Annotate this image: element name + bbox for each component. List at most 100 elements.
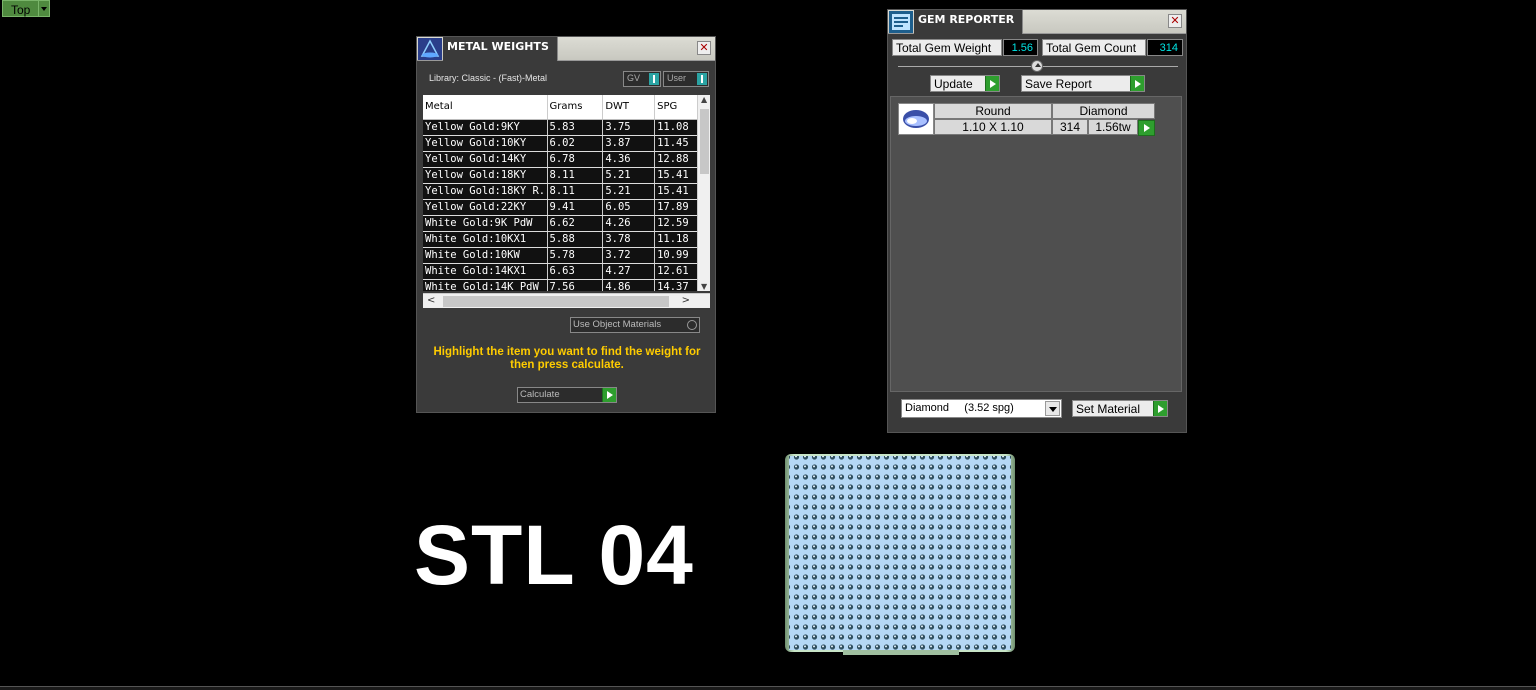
table-cell: White Gold:14K PdW (423, 279, 548, 291)
gem-count: 314 (1052, 119, 1088, 135)
table-row[interactable]: Yellow Gold:9KY 5.83 3.75 11.08 (423, 119, 703, 136)
play-icon[interactable] (1153, 401, 1167, 416)
table-row[interactable]: Yellow Gold:10KY 6.02 3.87 11.45 (423, 135, 703, 152)
table-cell: 3.75 (602, 119, 656, 136)
viewport-dropdown-icon[interactable] (39, 0, 51, 17)
viewport-label[interactable]: Top (2, 0, 51, 18)
col-spg[interactable]: SPG (654, 95, 703, 120)
table-cell: 3.78 (602, 231, 656, 248)
metal-weights-icon (418, 38, 442, 60)
table-cell: 4.27 (602, 263, 656, 280)
calculate-label: Calculate (520, 389, 560, 400)
col-metal[interactable]: Metal (423, 95, 548, 120)
gem-reporter-icon (889, 11, 913, 33)
play-icon[interactable] (602, 388, 616, 402)
total-gem-weight-value: 1.56 (1003, 39, 1038, 56)
metal-table-hscroll[interactable]: < > (423, 293, 710, 308)
gem-size: 1.10 X 1.10 (934, 119, 1052, 135)
table-cell: 15.41 (654, 183, 703, 200)
gv-toggle[interactable]: GV (623, 71, 661, 87)
gem-row[interactable]: Round Diamond 1.10 X 1.10 314 1.56tw (898, 103, 1156, 136)
radio-icon[interactable] (687, 320, 697, 330)
scroll-up-icon[interactable]: ▲ (701, 95, 707, 104)
save-report-button[interactable]: Save Report (1021, 75, 1145, 92)
total-gem-weight-label: Total Gem Weight (892, 39, 1002, 56)
play-icon[interactable] (985, 76, 999, 91)
collapse-knob-icon[interactable] (1031, 60, 1043, 72)
use-object-materials-label: Use Object Materials (573, 319, 662, 330)
use-object-materials-toggle[interactable]: Use Object Materials (570, 317, 700, 333)
table-cell: 12.59 (654, 215, 703, 232)
table-cell: 6.78 (547, 151, 604, 168)
table-row[interactable]: Yellow Gold:18KY R... 8.11 5.21 15.41 (423, 183, 703, 200)
update-button[interactable]: Update (930, 75, 1000, 92)
table-cell: 14.37 (654, 279, 703, 291)
metal-table-vscroll[interactable]: ▲ ▼ (697, 95, 710, 291)
gem-list[interactable]: Round Diamond 1.10 X 1.10 314 1.56tw (890, 96, 1182, 392)
col-grams[interactable]: Grams (547, 95, 604, 120)
set-material-button[interactable]: Set Material (1072, 400, 1168, 417)
table-cell: 12.61 (654, 263, 703, 280)
user-toggle[interactable]: User (663, 71, 709, 87)
instruction-text: Highlight the item you want to find the … (433, 346, 701, 371)
hscroll-thumb[interactable] (443, 296, 669, 307)
material-select-value: Diamond (3.52 spg) (905, 402, 1014, 414)
table-cell: 5.21 (602, 183, 656, 200)
table-cell: 3.72 (602, 247, 656, 264)
table-row[interactable]: White Gold:14KX1 6.63 4.27 12.61 (423, 263, 703, 280)
scroll-down-icon[interactable]: ▼ (701, 282, 707, 291)
user-label: User (667, 73, 687, 83)
table-cell: 17.89 (654, 199, 703, 216)
table-row[interactable]: White Gold:10KX1 5.88 3.78 11.18 (423, 231, 703, 248)
table-cell: 11.18 (654, 231, 703, 248)
table-cell: 15.41 (654, 167, 703, 184)
gv-label: GV (627, 73, 641, 83)
gem-reporter-titlebar[interactable]: GEM REPORTER ✕ (888, 10, 1186, 34)
table-cell: 4.26 (602, 215, 656, 232)
col-dwt[interactable]: DWT (602, 95, 656, 120)
table-cell: Yellow Gold:18KY (423, 167, 548, 184)
scroll-right-icon[interactable]: > (682, 295, 690, 306)
table-cell: 8.11 (547, 167, 604, 184)
metal-weights-titlebar[interactable]: METAL WEIGHTS ✕ (417, 37, 715, 61)
table-cell: 12.88 (654, 151, 703, 168)
table-cell: Yellow Gold:18KY R... (423, 183, 548, 200)
table-cell: 11.08 (654, 119, 703, 136)
close-icon[interactable]: ✕ (1168, 14, 1182, 28)
scroll-left-icon[interactable]: < (427, 295, 435, 306)
vscroll-thumb[interactable] (700, 109, 709, 174)
gem-shape: Round (934, 103, 1052, 119)
metal-weights-panel: METAL WEIGHTS ✕ Library: Classic - (Fast… (416, 36, 716, 413)
table-row[interactable]: Yellow Gold:22KY 9.41 6.05 17.89 (423, 199, 703, 216)
update-label: Update (934, 77, 973, 91)
table-row[interactable]: White Gold:10KW 5.78 3.72 10.99 (423, 247, 703, 264)
table-cell: Yellow Gold:22KY (423, 199, 548, 216)
material-select[interactable]: Diamond (3.52 spg) (901, 399, 1062, 418)
table-cell: 5.21 (602, 167, 656, 184)
table-cell: 4.36 (602, 151, 656, 168)
table-cell: White Gold:10KX1 (423, 231, 548, 248)
table-cell: White Gold:10KW (423, 247, 548, 264)
calculate-button[interactable]: Calculate (517, 387, 617, 403)
ring-render[interactable] (783, 452, 1017, 656)
gem-select-button[interactable] (1138, 120, 1155, 136)
library-label: Library: Classic - (Fast)-Metal (429, 73, 548, 83)
chevron-down-icon[interactable] (1045, 401, 1060, 416)
table-cell: 3.87 (602, 135, 656, 152)
table-cell: White Gold:9K PdW (423, 215, 548, 232)
total-gem-count-value: 314 (1147, 39, 1183, 56)
close-icon[interactable]: ✕ (697, 41, 711, 55)
table-cell: Yellow Gold:14KY (423, 151, 548, 168)
table-row[interactable]: White Gold:9K PdW 6.62 4.26 12.59 (423, 215, 703, 232)
gem-reporter-panel: GEM REPORTER ✕ Total Gem Weight 1.56 Tot… (887, 9, 1187, 433)
table-cell: 4.86 (602, 279, 656, 291)
play-icon[interactable] (1130, 76, 1144, 91)
total-gem-count-label: Total Gem Count (1042, 39, 1146, 56)
viewport-name[interactable]: Top (2, 0, 40, 17)
table-cell: 6.63 (547, 263, 604, 280)
table-row[interactable]: White Gold:14K PdW 7.56 4.86 14.37 (423, 279, 703, 291)
table-row[interactable]: Yellow Gold:18KY 8.11 5.21 15.41 (423, 167, 703, 184)
table-cell: 5.88 (547, 231, 604, 248)
metal-table[interactable]: Metal Grams DWT SPG Yellow Gold:9KY 5.83 3… (423, 95, 710, 291)
table-row[interactable]: Yellow Gold:14KY 6.78 4.36 12.88 (423, 151, 703, 168)
